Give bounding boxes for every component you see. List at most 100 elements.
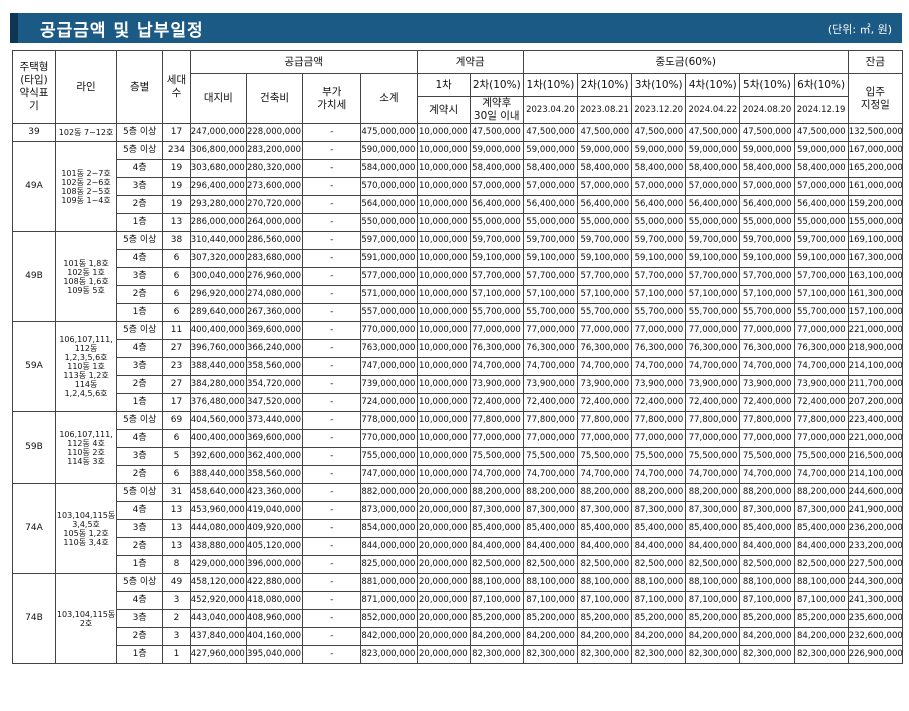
amount-cell: 216,500,000: [847, 447, 904, 466]
amount-cell: -: [302, 231, 362, 250]
amount-cell: -: [302, 177, 362, 196]
amount-cell: 72,400,000: [793, 393, 849, 412]
amount-cell: -: [302, 501, 362, 520]
amount-cell: 227,500,000: [847, 555, 904, 574]
amount-cell: 74,700,000: [522, 465, 578, 484]
amount-cell: 55,700,000: [469, 303, 524, 322]
amount-cell: 358,560,000: [245, 465, 304, 484]
amount-cell: 55,000,000: [793, 213, 849, 232]
amount-cell: 55,000,000: [685, 213, 741, 232]
amount-cell: 77,000,000: [576, 321, 633, 340]
amount-cell: 373,440,000: [245, 411, 304, 430]
amount-cell: 286,000,000: [189, 213, 247, 232]
amount-cell: 155,000,000: [847, 213, 904, 232]
amount-cell: 475,000,000: [360, 123, 418, 142]
amount-cell: 10,000,000: [416, 249, 471, 268]
amount-cell: 10,000,000: [416, 141, 471, 160]
amount-cell: -: [302, 483, 362, 502]
amount-cell: 88,200,000: [631, 483, 687, 502]
amount-cell: 55,000,000: [522, 213, 578, 232]
col-line-header: 라인: [54, 50, 118, 124]
amount-cell: 74,700,000: [631, 465, 687, 484]
amount-cell: 778,000,000: [360, 411, 418, 430]
col-supply-price-header: 공급금액: [189, 50, 418, 74]
amount-cell: 88,100,000: [469, 573, 524, 592]
amount-cell: 74,700,000: [631, 357, 687, 376]
amount-cell: 10,000,000: [416, 231, 471, 250]
line-cell: 102동 7~12호: [54, 123, 118, 142]
amount-cell: 55,000,000: [631, 213, 687, 232]
line-text: 1,2,3,5,6호: [64, 353, 108, 362]
amount-cell: 87,100,000: [522, 591, 578, 610]
amount-cell: 55,700,000: [576, 303, 633, 322]
amount-cell: 384,280,000: [189, 375, 247, 394]
amount-cell: 10,000,000: [416, 267, 471, 286]
amount-cell: 77,000,000: [793, 321, 849, 340]
amount-cell: 88,100,000: [739, 573, 795, 592]
units-cell: 6: [162, 429, 191, 448]
amount-cell: 20,000,000: [416, 501, 471, 520]
amount-cell: 85,400,000: [576, 519, 633, 538]
page-title: 공급금액 및 납부일정: [40, 21, 204, 41]
amount-cell: 87,100,000: [793, 591, 849, 610]
floor-cell: 5층 이상: [116, 123, 164, 142]
amount-cell: -: [302, 429, 362, 448]
amount-cell: 747,000,000: [360, 465, 418, 484]
amount-cell: 55,000,000: [739, 213, 795, 232]
amount-cell: 57,000,000: [685, 177, 741, 196]
amount-cell: 84,200,000: [739, 627, 795, 646]
floor-cell: 1층: [116, 555, 164, 574]
amount-cell: 74,700,000: [739, 357, 795, 376]
line-text: 113동 1,2호: [63, 371, 109, 380]
amount-cell: 286,560,000: [245, 231, 304, 250]
amount-cell: 419,040,000: [245, 501, 304, 520]
table-row: 4층 13 453,960,000 419,040,000-873,000,000 20…: [13, 501, 904, 520]
floor-cell: 2층: [116, 285, 164, 304]
units-cell: 5: [162, 447, 191, 466]
amount-cell: 57,100,000: [469, 285, 524, 304]
amount-cell: 56,400,000: [739, 195, 795, 214]
amount-cell: 223,400,000: [847, 411, 904, 430]
line-text: 110동 1호: [67, 362, 105, 371]
amount-cell: 76,300,000: [576, 339, 633, 358]
units-cell: 13: [162, 213, 191, 232]
units-cell: 19: [162, 177, 191, 196]
col-mid3-date: 2023.12.20: [631, 96, 687, 124]
units-cell: 234: [162, 141, 191, 160]
amount-cell: 73,900,000: [739, 375, 795, 394]
amount-cell: 72,400,000: [522, 393, 578, 412]
amount-cell: 10,000,000: [416, 177, 471, 196]
amount-cell: 57,700,000: [522, 267, 578, 286]
amount-cell: 167,000,000: [847, 141, 904, 160]
amount-cell: 77,800,000: [739, 411, 795, 430]
amount-cell: 82,300,000: [522, 645, 578, 664]
col-mid2-date: 2023.08.21: [576, 96, 633, 124]
amount-cell: 72,400,000: [469, 393, 524, 412]
amount-cell: 408,960,000: [245, 609, 304, 628]
table-row: 49B 101동 1,8호 102동 1호 108동 1,6호 109동 5호 5층 이상…: [12, 231, 904, 322]
amount-cell: 844,000,000: [360, 537, 418, 556]
amount-cell: 57,000,000: [576, 177, 633, 196]
line-text: 102동 7~12호: [58, 128, 114, 137]
amount-cell: 207,200,000: [847, 393, 904, 412]
table-row: 2층 13 438,880,000 405,120,000-844,000,000 20…: [13, 537, 904, 556]
amount-cell: -: [302, 555, 362, 574]
line-text: 110동 3,4호: [63, 537, 109, 547]
amount-cell: 72,400,000: [685, 393, 741, 412]
amount-cell: 88,200,000: [576, 483, 633, 502]
amount-cell: 58,400,000: [469, 159, 524, 178]
amount-cell: 437,840,000: [189, 627, 247, 646]
amount-cell: 82,300,000: [576, 645, 633, 664]
amount-cell: 591,000,000: [360, 249, 418, 268]
amount-cell: 55,000,000: [469, 213, 524, 232]
amount-cell: 82,300,000: [685, 645, 741, 664]
amount-cell: 73,900,000: [469, 375, 524, 394]
amount-cell: 409,920,000: [245, 519, 304, 538]
amount-cell: 59,100,000: [631, 249, 687, 268]
units-cell: 11: [162, 321, 191, 340]
amount-cell: 20,000,000: [416, 609, 471, 628]
units-cell: 6: [162, 267, 191, 286]
col-vat-header: 부가 가치세: [302, 73, 362, 124]
amount-cell: 358,560,000: [245, 357, 304, 376]
amount-cell: -: [302, 357, 362, 376]
